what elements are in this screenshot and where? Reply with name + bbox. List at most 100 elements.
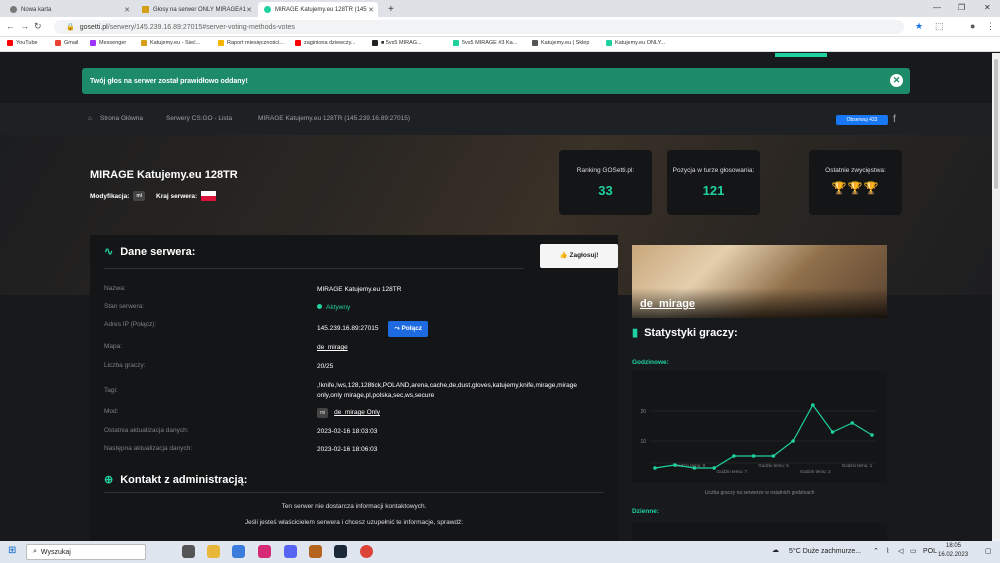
bookmark-label: Katujemy.eu ONLY... [615, 40, 666, 46]
active-nav-indicator [775, 53, 827, 57]
smiley-icon [218, 40, 224, 46]
close-icon[interactable]: ✕ [890, 74, 903, 87]
bookmark-sklep[interactable]: Katujemy.eu | Sklep [532, 40, 589, 46]
facebook-icon[interactable]: f [893, 114, 902, 125]
store-icon[interactable] [232, 545, 245, 558]
hourly-label: Godzinowe: [632, 359, 669, 366]
mod-link[interactable]: de_mirage Only [334, 409, 380, 416]
notifications-icon[interactable]: ▢ [985, 547, 992, 555]
x-tick-label: Godzin temu: 5 [758, 463, 789, 468]
windows-start-icon[interactable]: ⊞ [8, 545, 16, 556]
mod-badge: mi [317, 408, 329, 418]
divider [104, 268, 524, 269]
connect-button[interactable]: ⤳ Połącz [388, 321, 429, 337]
volume-icon[interactable]: ◁ [898, 547, 903, 555]
data-point[interactable] [830, 430, 835, 434]
language-indicator[interactable]: POL [923, 548, 937, 555]
data-point[interactable] [672, 463, 677, 467]
bookmark-raport[interactable]: Raport miesięczności... [218, 40, 284, 46]
data-point[interactable] [653, 466, 657, 470]
instagram-icon[interactable] [258, 545, 271, 558]
wifi-icon[interactable]: ⌇ [886, 547, 889, 555]
warning-icon [142, 6, 149, 13]
battery-icon[interactable]: ▭ [910, 547, 917, 555]
profile-icon[interactable]: ● [970, 21, 975, 31]
menu-icon[interactable]: ⋮ [986, 21, 995, 32]
forward-icon[interactable]: → [20, 21, 29, 31]
tab-votes[interactable]: Głosy na serwer ONLY MIRAGE#1 ✕ [136, 2, 256, 17]
status-dot-icon [317, 304, 322, 309]
scrollbar[interactable] [992, 53, 1000, 541]
extensions-icon[interactable]: ⬚ [935, 21, 944, 32]
data-point[interactable] [751, 454, 756, 458]
data-point[interactable] [811, 403, 815, 407]
taskbar-search[interactable]: ⌕ Wyszukaj [26, 544, 146, 560]
back-icon[interactable]: ← [6, 21, 15, 31]
close-window-icon[interactable]: ✕ [984, 3, 991, 12]
map-name-link[interactable]: de_mirage [640, 298, 695, 310]
map-link[interactable]: de_mirage [317, 343, 599, 353]
data-point[interactable] [850, 421, 855, 425]
close-tab-icon[interactable]: ✕ [246, 6, 252, 14]
url-field[interactable]: 🔒 gosetti.pl /serwery/145.239.16.89:2701… [54, 20, 904, 34]
browser-tab-strip: Nowa karta ✕ Głosy na serwer ONLY MIRAGE… [0, 0, 1000, 17]
row-value: 20/25 [317, 363, 334, 370]
game-icon[interactable] [309, 545, 322, 558]
data-point[interactable] [771, 454, 776, 458]
stat-label: Ostatnie zwycięstwa: [825, 167, 886, 174]
chrome-icon[interactable] [360, 545, 373, 558]
vote-button[interactable]: 👍 Zagłosuj! [540, 244, 618, 268]
bookmark-5vs5-a[interactable]: ■ 5vs5 MIRAG... [372, 40, 422, 46]
bookmark-katujemy[interactable]: Katujemy.eu - Sieć... [141, 40, 200, 46]
close-tab-icon[interactable]: ✕ [368, 6, 374, 14]
breadcrumb-list[interactable]: Serwery CS:GO - Lista [166, 115, 232, 122]
row-key: Liczba graczy: [104, 362, 146, 369]
file-explorer-icon[interactable] [207, 545, 220, 558]
bookmark-zaginiona[interactable]: zaginiona dziewczy... [295, 40, 356, 46]
row-key: Stan serwera: [104, 303, 145, 310]
data-point[interactable] [732, 454, 736, 458]
bookmark-star-icon[interactable]: ★ [915, 21, 923, 32]
web-page: Twój głos na serwer został prawidłowo od… [0, 53, 992, 541]
data-point[interactable] [870, 433, 874, 437]
clock-date[interactable]: 16.02.2023 [938, 552, 968, 558]
panel-heading: ∿ Dane serwera: [104, 245, 195, 259]
bookmark-label: Katujemy.eu | Sklep [541, 40, 590, 46]
data-point[interactable] [692, 466, 697, 470]
home-icon: ⌂ [88, 115, 92, 122]
scrollbar-thumb[interactable] [994, 59, 998, 189]
data-point[interactable] [712, 466, 716, 470]
bookmark-5vs5-b[interactable]: 5vs5 MIRAGE #3 Ka... [453, 40, 517, 46]
stats-title: Statystyki graczy: [644, 326, 738, 339]
new-tab-button[interactable]: + [382, 2, 396, 17]
close-tab-icon[interactable]: ✕ [124, 6, 130, 14]
tab-server[interactable]: MIRAGE Katujemy.eu 128TR (145 ✕ [258, 2, 378, 17]
map-card[interactable]: de_mirage [632, 245, 887, 318]
lock-icon: 🔒 [66, 24, 75, 31]
x-tick-label: Godzin temu: 7 [716, 469, 747, 474]
weather-text[interactable]: 5°C Duże zachmurze... [789, 548, 861, 555]
restore-icon[interactable]: ❐ [958, 3, 965, 12]
discord-icon[interactable] [284, 545, 297, 558]
data-point[interactable] [791, 439, 795, 443]
bookmark-only[interactable]: Katujemy.eu ONLY... [606, 40, 665, 46]
reload-icon[interactable]: ↻ [34, 21, 42, 32]
page-title: MIRAGE Katujemy.eu 128TR [90, 169, 238, 181]
facebook-follow-button[interactable]: Obserwuj 433 [836, 115, 888, 125]
bookmark-messenger[interactable]: Messenger [90, 40, 126, 46]
tab-new[interactable]: Nowa karta ✕ [4, 2, 134, 17]
bookmark-gmail[interactable]: Gmail [55, 40, 78, 46]
url-path: /serwery/145.239.16.89:27015#server-voti… [107, 23, 295, 31]
breadcrumb-home[interactable]: Strona Główna [100, 115, 143, 122]
steam-icon[interactable] [334, 545, 347, 558]
bookmark-youtube[interactable]: YouTube [7, 40, 38, 46]
chrome-icon [10, 6, 17, 13]
minimize-icon[interactable]: — [933, 3, 941, 12]
globe-icon [532, 40, 538, 46]
clock-time[interactable]: 18:05 [946, 543, 961, 549]
youtube-icon [295, 40, 301, 46]
thumbs-up-icon: 👍 [559, 252, 568, 259]
stats-heading: ▮ Statystyki graczy: [632, 326, 738, 340]
task-view-icon[interactable] [182, 545, 195, 558]
tray-chevron-icon[interactable]: ⌃ [873, 547, 879, 555]
